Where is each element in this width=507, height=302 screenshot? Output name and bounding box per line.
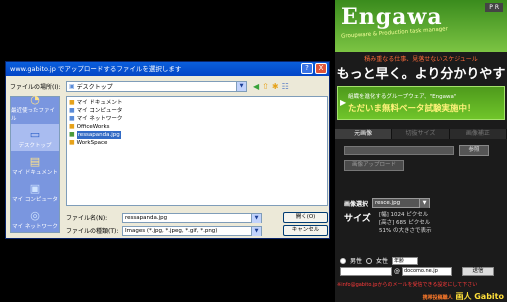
places-bar: ◔ 最近使ったファイル ▭ デスクトップ ▤ マイ ドキュメント ▣ マイ コン… <box>10 93 60 233</box>
list-item[interactable]: ■ WorkSpace <box>69 139 325 147</box>
place-my-network[interactable]: ◎ マイ ネットワーク <box>11 205 59 232</box>
upload-file-input[interactable] <box>344 146 454 155</box>
email-field[interactable] <box>340 267 392 276</box>
image-tabs: 元画像 切抜サイズ 画像補正 <box>335 129 507 139</box>
place-recent[interactable]: ◔ 最近使ったファイル <box>11 93 59 124</box>
filename-label: ファイル名(N): <box>66 215 108 222</box>
back-icon[interactable]: ◀ <box>253 82 259 91</box>
male-label: 男性 <box>350 258 363 265</box>
close-button[interactable]: X <box>315 63 327 74</box>
size-scale: 51% の大きさで表示 <box>379 228 432 234</box>
recent-icon: ◔ <box>30 93 40 106</box>
tab-crop-size[interactable]: 切抜サイズ <box>392 129 450 139</box>
chevron-down-icon: ▼ <box>251 226 261 236</box>
tab-correction[interactable]: 画像補正 <box>449 129 507 139</box>
female-label: 女性 <box>376 258 389 265</box>
up-folder-icon[interactable]: ⇧ <box>262 82 269 91</box>
chevron-down-icon: ▼ <box>251 213 261 223</box>
image-file-icon: ■ <box>69 131 75 138</box>
image-select-row: 画像選択 resce.jpg ▼ <box>344 198 431 208</box>
chevron-down-icon: ▼ <box>236 81 246 91</box>
folder-icon: ■ <box>69 139 75 146</box>
list-item[interactable]: ■ マイ ネットワーク <box>69 115 325 123</box>
size-height: [高さ] 685 ピクセル <box>379 220 431 226</box>
lookin-dropdown[interactable]: ▣ デスクトップ ▼ <box>66 80 247 92</box>
list-item[interactable]: ■ マイ コンピュータ <box>69 107 325 115</box>
help-button[interactable]: ? <box>301 63 313 74</box>
filename-input[interactable]: ressapanda.jpg ▼ <box>122 212 262 223</box>
filetype-dropdown[interactable]: Images (*.jpg, *.jpeg, *.gif, *.png) ▼ <box>122 225 262 236</box>
female-radio[interactable] <box>366 257 373 264</box>
computer-icon: ■ <box>69 107 75 114</box>
promo-line2: ただいま無料ベータ試験実施中！ <box>348 104 476 114</box>
network-icon: ■ <box>69 115 75 122</box>
gender-row: 男性 女性 年齢 <box>340 256 419 265</box>
file-open-dialog: www.gabito.jp でアップロードするファイルを選択します ? X ファ… <box>5 61 330 239</box>
email-notice: ※info@gabito.jpからのメールを受信できる設定にして下さい <box>337 282 478 288</box>
side-panel: Engawa Groupware & Production task manag… <box>335 0 507 302</box>
folder-icon: ▣ <box>69 82 75 90</box>
upload-button[interactable]: 画像アップロード <box>344 160 404 171</box>
file-list[interactable]: ■ マイ ドキュメント ■ マイ コンピュータ ■ マイ ネットワーク ■ Office… <box>66 96 328 206</box>
dialog-title: www.gabito.jp でアップロードするファイルを選択します <box>10 65 182 73</box>
new-folder-icon[interactable]: ✱ <box>272 82 279 91</box>
promo-line1: 組織を進化するグループウェア、"Engawa" <box>348 94 457 100</box>
place-desktop[interactable]: ▭ デスクトップ <box>11 124 59 151</box>
dialog-titlebar: www.gabito.jp でアップロードするファイルを選択します ? X <box>6 62 329 76</box>
size-width: [幅] 1024 ピクセル <box>379 212 429 218</box>
my-network-icon: ◎ <box>30 209 40 222</box>
folder-icon: ■ <box>69 123 75 130</box>
lookin-value: デスクトップ <box>76 83 113 91</box>
list-item[interactable]: ■ マイ ドキュメント <box>69 99 325 107</box>
image-select-label: 画像選択 <box>344 200 369 208</box>
tagline-small: 積み重なる仕事、見落せないスケジュール <box>364 56 478 63</box>
browse-button[interactable]: 参照 <box>459 145 489 156</box>
engawa-banner[interactable]: Engawa Groupware & Production task manag… <box>335 0 507 52</box>
cancel-button[interactable]: キャンセル <box>283 225 328 236</box>
list-item-selected[interactable]: ■ ressapanda.jpg <box>69 131 325 139</box>
lookin-label: ファイルの場所(I): <box>10 83 61 91</box>
engawa-logo: Engawa <box>341 4 443 30</box>
domain-dropdown[interactable]: docomo.ne.jp <box>402 267 452 276</box>
my-computer-icon: ▣ <box>29 182 41 195</box>
filename-row: ファイル名(N): ressapanda.jpg ▼ <box>66 212 262 223</box>
filetype-row: ファイルの種類(T): Images (*.jpg, *.jpeg, *.gif… <box>66 225 262 236</box>
lookin-row: ファイルの場所(I): ▣ デスクトップ ▼ ◀ ⇧ ✱ ☷ <box>10 80 289 92</box>
my-documents-icon: ▤ <box>29 155 41 168</box>
filetype-label: ファイルの種類(T): <box>66 228 119 235</box>
chevron-down-icon: ▼ <box>419 199 430 208</box>
pr-badge: P R <box>485 3 503 12</box>
place-my-computer[interactable]: ▣ マイ コンピュータ <box>11 178 59 205</box>
place-my-documents[interactable]: ▤ マイ ドキュメント <box>11 151 59 178</box>
promo-banner[interactable]: ▶ 組織を進化するグループウェア、"Engawa" ただいま無料ベータ試験実施中… <box>337 86 505 120</box>
send-button[interactable]: 送信 <box>462 267 494 276</box>
at-sign: @ <box>394 268 400 275</box>
desktop-icon: ▭ <box>29 128 41 141</box>
folder-icon: ■ <box>69 99 75 106</box>
age-dropdown[interactable]: 年齢 <box>392 256 419 265</box>
list-item[interactable]: ■ OfficeWorks <box>69 123 325 131</box>
company-logo: 携帯投稿職人 画人 Gabito <box>422 292 504 301</box>
male-radio[interactable] <box>340 257 346 264</box>
open-button[interactable]: 開く(O) <box>283 212 328 223</box>
image-select-dropdown[interactable]: resce.jpg ▼ <box>372 198 431 208</box>
email-row: @ docomo.ne.jp 送信 <box>340 267 494 276</box>
tab-original[interactable]: 元画像 <box>335 129 393 139</box>
view-menu-icon[interactable]: ☷ <box>282 82 289 91</box>
play-arrow-icon: ▶ <box>340 98 347 107</box>
size-label: サイズ <box>344 214 371 224</box>
